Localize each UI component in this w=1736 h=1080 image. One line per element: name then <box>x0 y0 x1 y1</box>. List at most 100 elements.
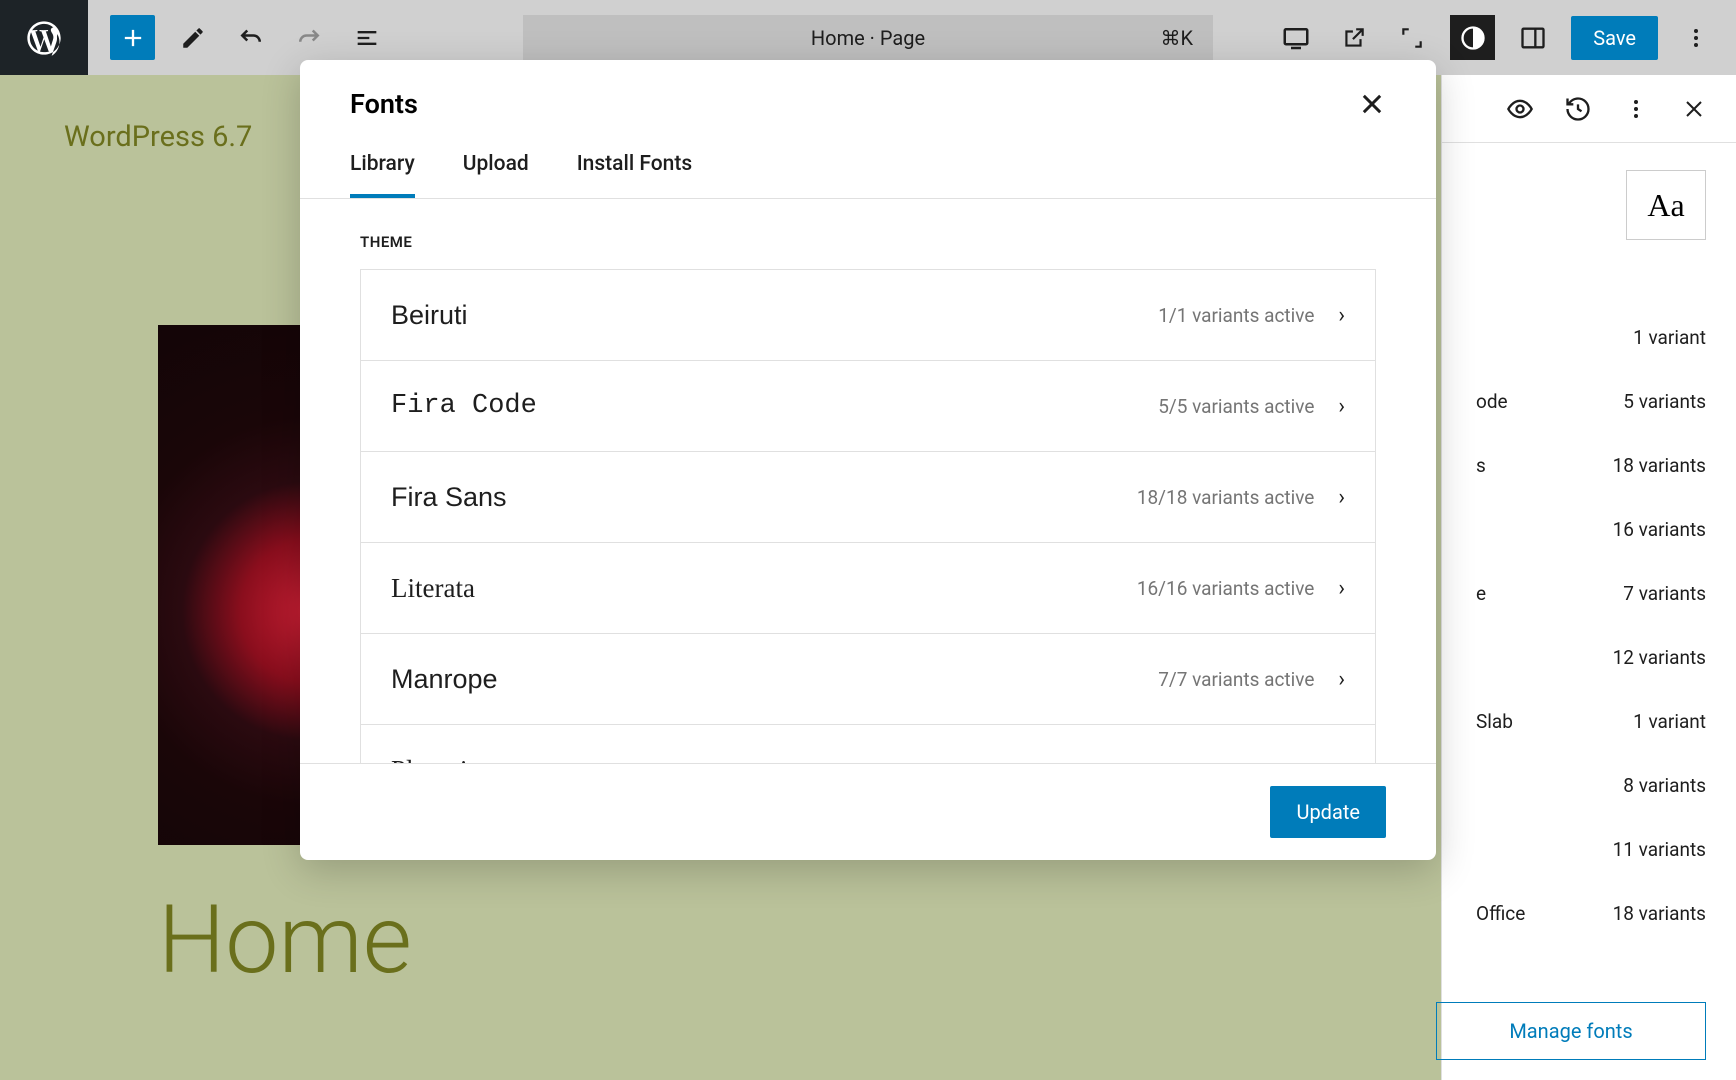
font-name: Fira Code <box>391 391 537 421</box>
section-label: THEME <box>360 233 1376 251</box>
command-shortcut: ⌘K <box>1160 26 1193 50</box>
sidebar-font-variant-count: 1 variant <box>1633 326 1706 349</box>
typography-button[interactable]: Aa <box>1626 170 1706 240</box>
update-button[interactable]: Update <box>1270 786 1386 838</box>
sidebar-font-variant-count: 5 variants <box>1623 390 1706 413</box>
font-row-meta: 18/18 variants active› <box>1137 485 1345 510</box>
sidebar-font-item[interactable]: ode 5 variants <box>1456 369 1736 433</box>
settings-panel-button[interactable] <box>1513 18 1553 58</box>
undo-button[interactable] <box>231 18 271 58</box>
external-link-icon <box>1341 25 1367 51</box>
font-name: Literata <box>391 573 475 604</box>
manage-fonts-button[interactable]: Manage fonts <box>1436 1002 1706 1060</box>
sidebar-font-item[interactable]: e7 variants <box>1456 561 1736 625</box>
tab-upload[interactable]: Upload <box>463 152 529 198</box>
save-button[interactable]: Save <box>1571 16 1658 60</box>
fonts-modal: Fonts Library Upload Install Fonts THEME B… <box>300 60 1436 860</box>
wordpress-logo[interactable] <box>0 0 88 75</box>
modal-body: THEME Beiruti1/1 variants active›Fira Co… <box>300 199 1436 763</box>
sidebar-font-item[interactable]: Slab 1 variant <box>1456 689 1736 753</box>
close-icon <box>1682 97 1706 121</box>
chevron-right-icon: › <box>1338 667 1345 692</box>
sidebar-header <box>1442 75 1736 143</box>
redo-icon <box>294 23 324 53</box>
sidebar-font-name: Office <box>1476 902 1525 925</box>
sidebar-font-variant-count: 1 variant <box>1633 710 1706 733</box>
revisions-button[interactable] <box>1558 89 1598 129</box>
document-overview-button[interactable] <box>347 18 387 58</box>
font-row-meta: 1/1 variants active › <box>1158 303 1345 328</box>
sidebar-font-variant-count: 18 variants <box>1613 902 1706 925</box>
tab-install-fonts[interactable]: Install Fonts <box>577 152 692 198</box>
font-row[interactable]: Literata 16/16 variants active › <box>361 543 1375 634</box>
sidebar-font-name: Slab <box>1476 710 1513 733</box>
modal-header: Fonts <box>300 60 1436 120</box>
pencil-icon <box>180 25 206 51</box>
undo-icon <box>236 23 266 53</box>
document-title-bar[interactable]: Home · Page ⌘K <box>523 15 1213 60</box>
font-row[interactable]: Fira Sans 18/18 variants active› <box>361 452 1375 543</box>
sidebar-font-variant-count: 7 variants <box>1623 582 1706 605</box>
sidebar-options-button[interactable] <box>1616 89 1656 129</box>
add-block-button[interactable] <box>110 15 155 60</box>
font-status: 18/18 variants active <box>1137 486 1315 509</box>
modal-footer: Update <box>300 763 1436 860</box>
font-row[interactable]: Platypi12/12 variants active› <box>361 725 1375 763</box>
document-title: Home · Page <box>811 26 925 50</box>
sidebar-font-item[interactable]: 12 variants <box>1456 625 1736 689</box>
font-list: Beiruti 1/1 variants active › Fira Code 5/5 … <box>360 269 1376 763</box>
panel-icon <box>1519 24 1547 52</box>
fullscreen-icon <box>1399 25 1425 51</box>
sidebar-font-item[interactable]: 16 variants <box>1456 497 1736 561</box>
chevron-right-icon: › <box>1338 394 1345 419</box>
close-modal-button[interactable] <box>1358 90 1386 118</box>
open-external-button[interactable] <box>1334 18 1374 58</box>
font-row-meta: 7/7 variants active › <box>1158 667 1345 692</box>
view-button[interactable] <box>1276 18 1316 58</box>
history-icon <box>1564 95 1592 123</box>
modal-tabs: Library Upload Install Fonts <box>300 120 1436 199</box>
font-status: 7/7 variants active <box>1158 668 1314 691</box>
fullscreen-button[interactable] <box>1392 18 1432 58</box>
preview-button[interactable] <box>1500 89 1540 129</box>
sidebar-font-item[interactable]: s 18 variants <box>1456 433 1736 497</box>
sidebar-font-name: ode <box>1476 390 1508 413</box>
edit-button[interactable] <box>173 18 213 58</box>
chevron-right-icon: › <box>1338 303 1345 328</box>
font-name: Fira Sans <box>391 482 507 513</box>
close-icon <box>1358 90 1386 118</box>
font-row[interactable]: Manrope 7/7 variants active › <box>361 634 1375 725</box>
sidebar-font-variant-count: 11 variants <box>1613 838 1706 861</box>
font-status: 5/5 variants active <box>1158 395 1314 418</box>
sidebar-font-list: 1 variant ode 5 variants s 18 variants 16 var… <box>1456 305 1736 945</box>
sidebar-font-variant-count: 12 variants <box>1613 646 1706 669</box>
redo-button[interactable] <box>289 18 329 58</box>
sidebar-font-variant-count: 16 variants <box>1613 518 1706 541</box>
options-button[interactable] <box>1676 18 1716 58</box>
toolbar-right: Save <box>1276 15 1716 60</box>
eye-icon <box>1506 95 1534 123</box>
page-title: Home <box>158 885 412 996</box>
font-row[interactable]: Beiruti 1/1 variants active › <box>361 270 1375 361</box>
kebab-icon <box>1693 26 1699 50</box>
font-status: 16/16 variants active <box>1137 577 1315 600</box>
font-row[interactable]: Fira Code 5/5 variants active › <box>361 361 1375 452</box>
sidebar-font-variant-count: 8 variants <box>1623 774 1706 797</box>
font-name: Beiruti <box>391 300 468 331</box>
font-name: Manrope <box>391 664 498 695</box>
sidebar-font-item[interactable]: 8 variants <box>1456 753 1736 817</box>
tab-library[interactable]: Library <box>350 152 415 198</box>
sidebar-font-variant-count: 18 variants <box>1613 454 1706 477</box>
sidebar-font-item[interactable]: 1 variant <box>1456 305 1736 369</box>
list-icon <box>353 24 381 52</box>
sidebar-font-name: s <box>1476 454 1486 477</box>
sidebar-font-item[interactable]: 11 variants <box>1456 817 1736 881</box>
toolbar-left <box>88 15 387 60</box>
font-name: Platypi <box>391 755 468 764</box>
desktop-icon <box>1281 23 1311 53</box>
chevron-right-icon: › <box>1338 576 1345 601</box>
sidebar-font-item[interactable]: Office 18 variants <box>1456 881 1736 945</box>
font-status: 1/1 variants active <box>1158 304 1314 327</box>
styles-button[interactable] <box>1450 15 1495 60</box>
close-sidebar-button[interactable] <box>1674 89 1714 129</box>
